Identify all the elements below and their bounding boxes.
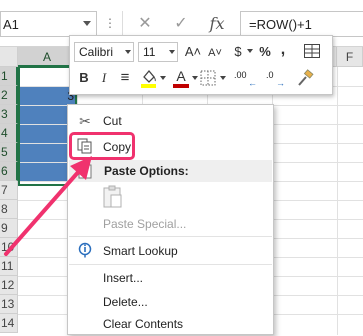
insert-function-icon[interactable]: fx: [204, 12, 230, 36]
decrease-font-size-icon[interactable]: A˅: [205, 43, 225, 63]
chevron-down-icon: [125, 50, 131, 54]
row-header-3[interactable]: 3: [0, 105, 18, 124]
chevron-down-icon[interactable]: [220, 76, 226, 80]
currency-icon[interactable]: $: [230, 42, 246, 62]
menu-item-label: Smart Lookup: [103, 244, 178, 258]
comma-style-icon[interactable]: ,: [276, 40, 290, 60]
enter-icon[interactable]: ✓: [168, 12, 194, 36]
font-color-letter: A: [176, 68, 186, 84]
format-table-icon[interactable]: [304, 44, 320, 58]
formula-text: =ROW()+1: [249, 17, 312, 32]
bold-icon[interactable]: B: [76, 68, 92, 88]
row-header-14[interactable]: 14: [0, 314, 18, 333]
menu-item-cut[interactable]: ✂ Cut: [68, 109, 273, 133]
scissors-icon: ✂: [79, 113, 91, 129]
arrow-icon: →: [276, 78, 285, 88]
row-header-1[interactable]: 1: [0, 67, 18, 86]
fill-color-icon[interactable]: [140, 68, 158, 88]
menu-item-label: Clear Contents: [103, 317, 184, 331]
menu-item-label: Paste Special...: [103, 217, 187, 231]
row-header-2[interactable]: 2: [0, 86, 18, 105]
increase-decimal-label: .00: [234, 70, 247, 80]
increase-decimal-icon[interactable]: .00 ←: [234, 70, 262, 88]
align-center-icon[interactable]: ≡: [117, 68, 133, 88]
mini-toolbar: Calibri 11 A˄ A˅ $ % , B I ≡ A .00 ← .0 …: [69, 35, 333, 95]
menu-item-delete[interactable]: Delete...: [68, 290, 273, 314]
name-box-value: A1: [3, 17, 19, 32]
menu-item-clear-contents[interactable]: Clear Contents: [68, 312, 273, 336]
font-size-value: 11: [143, 45, 156, 59]
font-color-bar: [173, 84, 189, 88]
chevron-down-icon[interactable]: [192, 76, 198, 80]
font-size-dropdown[interactable]: 11: [138, 42, 178, 62]
row-header-13[interactable]: 13: [0, 295, 18, 314]
menu-item-label: Delete...: [103, 295, 148, 309]
font-name-value: Calibri: [79, 45, 114, 59]
annotation-arrow: [4, 156, 92, 256]
chevron-down-icon[interactable]: [160, 76, 166, 80]
decrease-decimal-label: .0: [266, 70, 274, 80]
font-name-dropdown[interactable]: Calibri: [74, 42, 134, 62]
menu-divider: [69, 264, 272, 265]
divider: [122, 11, 123, 37]
italic-icon[interactable]: I: [96, 68, 112, 88]
arrow-icon: ←: [248, 78, 257, 88]
name-box[interactable]: A1: [0, 11, 97, 37]
paste-options-label: Paste Options:: [104, 164, 189, 178]
decrease-decimal-icon[interactable]: .0 →: [266, 70, 294, 88]
select-all-button[interactable]: [0, 47, 18, 67]
font-color-icon[interactable]: A: [172, 68, 190, 90]
menu-item-label: Insert...: [103, 271, 144, 285]
formula-input[interactable]: =ROW()+1: [240, 11, 363, 37]
chevron-down-icon[interactable]: [83, 21, 91, 26]
chevron-down-icon[interactable]: [247, 49, 253, 53]
column-header-f[interactable]: F: [337, 47, 363, 67]
percent-icon[interactable]: %: [256, 42, 274, 62]
borders-icon[interactable]: [200, 70, 216, 86]
increase-font-size-icon[interactable]: A˄: [183, 42, 203, 62]
menu-item-label: Cut: [103, 114, 122, 128]
format-painter-icon[interactable]: [296, 69, 314, 87]
cancel-icon[interactable]: ✕: [132, 12, 158, 36]
row-header-4[interactable]: 4: [0, 124, 18, 143]
more-options-icon[interactable]: ⋮: [104, 16, 117, 30]
chevron-down-icon: [169, 50, 175, 54]
menu-item-insert[interactable]: Insert...: [68, 266, 273, 290]
row-header-12[interactable]: 12: [0, 276, 18, 295]
